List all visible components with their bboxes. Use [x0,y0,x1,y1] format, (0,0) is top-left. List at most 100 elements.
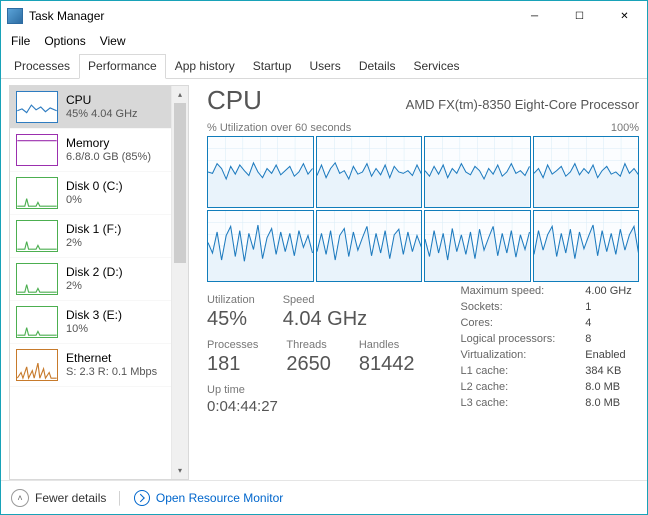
processor-name: AMD FX(tm)-8350 Eight-Core Processor [406,97,639,112]
sidebar-thumb-icon [16,177,58,209]
scroll-down-icon[interactable]: ▾ [172,462,188,479]
footer: ˄ Fewer details │ Open Resource Monitor [1,480,647,514]
stat-label: Processes [207,339,258,351]
graph-label: % Utilization over 60 seconds [207,122,351,134]
scroll-thumb[interactable] [174,103,186,263]
sidebar-item-name: Ethernet [66,351,157,366]
sidebar-item-disk-3-e-[interactable]: Disk 3 (E:)10% [10,301,171,344]
sidebar-list[interactable]: CPU45% 4.04 GHz Memory6.8/8.0 GB (85%) D… [10,86,171,479]
detail-label: Virtualization: [456,348,559,362]
core-graph-4[interactable] [207,210,314,282]
stat-label: Utilization [207,294,255,306]
sidebar-item-disk-0-c-[interactable]: Disk 0 (C:)0% [10,172,171,215]
core-graph-2[interactable] [424,136,531,208]
titlebar: Task Manager ─ ☐ ✕ [1,1,647,31]
uptime-label: Up time [207,384,414,396]
sidebar-item-cpu[interactable]: CPU45% 4.04 GHz [10,86,171,129]
stat-value: 45% [207,308,255,331]
window-title: Task Manager [29,9,512,23]
detail-label: Maximum speed: [456,284,559,298]
app-icon [7,8,23,24]
fewer-details-label: Fewer details [35,491,106,505]
sidebar-item-name: Disk 0 (C:) [66,179,123,194]
core-graph-0[interactable] [207,136,314,208]
stat-value: 181 [207,353,258,376]
tab-services[interactable]: Services [405,54,469,79]
sidebar-item-sub: 10% [66,323,122,337]
stat-label: Threads [286,339,331,351]
sidebar-item-sub: 6.8/8.0 GB (85%) [66,151,151,165]
core-graph-7[interactable] [533,210,640,282]
stat-value: 2650 [286,353,331,376]
content-panel: CPU AMD FX(tm)-8350 Eight-Core Processor… [189,85,639,480]
sidebar-item-sub: 45% 4.04 GHz [66,108,138,122]
tab-app-history[interactable]: App history [166,54,244,79]
stat-value: 4.04 GHz [283,308,367,331]
sidebar-item-name: Disk 2 (D:) [66,265,123,280]
sidebar-thumb-icon [16,306,58,338]
cpu-details-table: Maximum speed:4.00 GHzSockets:1Cores:4Lo… [454,282,637,412]
minimize-button[interactable]: ─ [512,2,557,31]
detail-value: 8.0 MB [561,396,635,410]
tab-performance[interactable]: Performance [79,54,166,79]
detail-value: 4.00 GHz [561,284,635,298]
menubar: File Options View [1,31,647,51]
tab-details[interactable]: Details [350,54,405,79]
sidebar-item-sub: 2% [66,280,123,294]
open-resource-monitor-link[interactable]: Open Resource Monitor [134,490,283,506]
resource-monitor-icon [134,490,150,506]
detail-value: 384 KB [561,364,635,378]
sidebar-item-name: Disk 1 (F:) [66,222,121,237]
open-resource-monitor-label: Open Resource Monitor [156,491,283,505]
sidebar-item-memory[interactable]: Memory6.8/8.0 GB (85%) [10,129,171,172]
sidebar-item-ethernet[interactable]: EthernetS: 2.3 R: 0.1 Mbps [10,344,171,387]
detail-label: L3 cache: [456,396,559,410]
graph-max: 100% [611,122,639,134]
core-graph-3[interactable] [533,136,640,208]
menu-view[interactable]: View [94,32,132,50]
detail-label: Cores: [456,316,559,330]
detail-value: 8.0 MB [561,380,635,394]
core-graph-grid[interactable] [207,136,639,282]
close-button[interactable]: ✕ [602,2,647,31]
chevron-up-icon: ˄ [11,489,29,507]
fewer-details-button[interactable]: ˄ Fewer details [11,489,106,507]
sidebar-item-name: Memory [66,136,151,151]
core-graph-5[interactable] [316,210,423,282]
sidebar-item-sub: 0% [66,194,123,208]
sidebar-item-name: CPU [66,93,138,108]
core-graph-1[interactable] [316,136,423,208]
sidebar-item-name: Disk 3 (E:) [66,308,122,323]
detail-label: Logical processors: [456,332,559,346]
uptime-value: 0:04:44:27 [207,398,414,415]
sidebar-thumb-icon [16,349,58,381]
sidebar-item-disk-1-f-[interactable]: Disk 1 (F:)2% [10,215,171,258]
detail-value: 1 [561,300,635,314]
scroll-up-icon[interactable]: ▴ [172,86,188,103]
detail-label: Sockets: [456,300,559,314]
page-title: CPU [207,85,262,116]
sidebar-thumb-icon [16,220,58,252]
sidebar-item-sub: S: 2.3 R: 0.1 Mbps [66,366,157,380]
detail-label: L2 cache: [456,380,559,394]
stat-value: 81442 [359,353,415,376]
sidebar-item-disk-2-d-[interactable]: Disk 2 (D:)2% [10,258,171,301]
menu-file[interactable]: File [5,32,36,50]
maximize-button[interactable]: ☐ [557,2,602,31]
stat-label: Speed [283,294,367,306]
tab-users[interactable]: Users [300,54,349,79]
tab-startup[interactable]: Startup [244,54,301,79]
core-graph-6[interactable] [424,210,531,282]
sidebar-thumb-icon [16,91,58,123]
detail-value: Enabled [561,348,635,362]
sidebar: CPU45% 4.04 GHz Memory6.8/8.0 GB (85%) D… [9,85,189,480]
detail-label: L1 cache: [456,364,559,378]
stat-label: Handles [359,339,415,351]
sidebar-thumb-icon [16,134,58,166]
detail-value: 4 [561,316,635,330]
detail-value: 8 [561,332,635,346]
menu-options[interactable]: Options [38,32,91,50]
sidebar-thumb-icon [16,263,58,295]
tab-processes[interactable]: Processes [5,54,79,79]
sidebar-scrollbar[interactable]: ▴ ▾ [171,86,188,479]
